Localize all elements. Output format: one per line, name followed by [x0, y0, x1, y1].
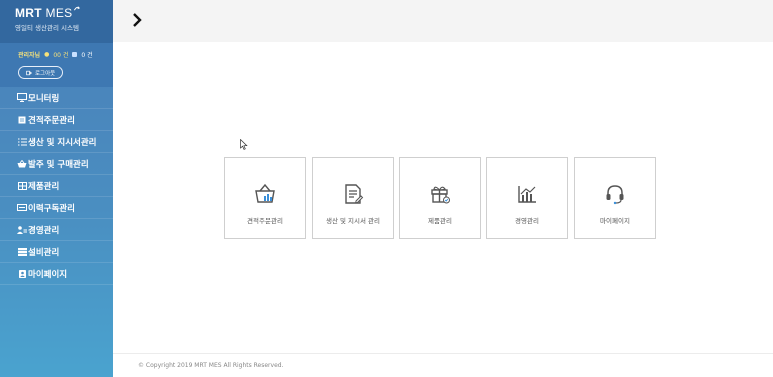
- sidebar-item-label: 견적주문관리: [28, 115, 75, 126]
- document-edit-icon: [345, 184, 364, 204]
- sidebar-item-label: 제품관리: [28, 181, 60, 192]
- sidebar-item-production[interactable]: 생산 및 지시서관리: [0, 131, 113, 153]
- sidebar-item-purchase[interactable]: 발주 및 구매관리: [0, 153, 113, 175]
- card-icon: [17, 204, 27, 211]
- sidebar-item-label: 설비관리: [28, 247, 60, 258]
- bar-chart-icon: [518, 186, 536, 203]
- person-card-icon: [17, 269, 27, 278]
- card-management[interactable]: 경영관리: [486, 157, 568, 239]
- user-box: 관리자님 ● 00 건 0 건 로그아웃: [0, 43, 113, 87]
- sidebar-item-equipment[interactable]: 설비관리: [0, 241, 113, 263]
- logout-icon: [26, 70, 32, 75]
- sidebar-menu: 모니터링 견적주문관리 생산 및 지시서관리 발주 및 구매관리 제품관리 이력…: [0, 87, 113, 285]
- sidebar-item-history[interactable]: 이력구독관리: [0, 197, 113, 219]
- user-name: 관리자님: [18, 52, 41, 59]
- headset-icon: [606, 185, 624, 205]
- basket-chart-icon: [255, 183, 275, 203]
- sidebar-item-quote-order[interactable]: 견적주문관리: [0, 109, 113, 131]
- logo-mark-icon: [74, 6, 81, 11]
- monitor-icon: [17, 93, 27, 102]
- sidebar-item-label: 경영관리: [28, 225, 60, 236]
- logout-button[interactable]: 로그아웃: [18, 66, 64, 79]
- list-icon: [17, 137, 27, 146]
- message-icon: [72, 52, 78, 57]
- user-line: 관리자님 ● 00 건 0 건: [18, 50, 113, 59]
- card-label: 경영관리: [515, 217, 539, 225]
- card-quote-order[interactable]: 견적주문관리: [224, 157, 306, 239]
- copyright-text: © Copyright 2019 MRT MES All Rights Rese…: [138, 362, 284, 369]
- top-bar: [113, 0, 773, 42]
- footer: © Copyright 2019 MRT MES All Rights Rese…: [113, 353, 773, 377]
- gift-icon: [431, 186, 450, 204]
- brand[interactable]: MRT MES 영일티 생산관리 시스템: [0, 0, 113, 43]
- brand-subtitle: 영일티 생산관리 시스템: [15, 24, 79, 32]
- mouse-cursor-icon: [240, 139, 248, 150]
- sidebar-item-management[interactable]: 경영관리: [0, 219, 113, 241]
- sidebar-item-label: 발주 및 구매관리: [28, 159, 89, 170]
- sidebar-item-label: 생산 및 지시서관리: [28, 137, 97, 148]
- card-label: 견적주문관리: [247, 217, 283, 225]
- card-product[interactable]: 제품관리: [399, 157, 481, 239]
- card-label: 마이페이지: [600, 217, 630, 225]
- card-label: 생산 및 지시서 관리: [325, 217, 381, 225]
- sidebar: MRT MES 영일티 생산관리 시스템 관리자님 ● 00 건 0 건 로그아…: [0, 0, 113, 377]
- document-icon: [17, 116, 27, 124]
- brand-title-light: MES: [45, 6, 73, 20]
- people-icon: [17, 225, 27, 234]
- basket-icon: [17, 159, 27, 168]
- card-mypage[interactable]: 마이페이지: [574, 157, 656, 239]
- sidebar-item-mypage[interactable]: 마이페이지: [0, 263, 113, 285]
- sidebar-item-label: 이력구독관리: [28, 203, 75, 214]
- card-production[interactable]: 생산 및 지시서 관리: [312, 157, 394, 239]
- logout-label: 로그아웃: [35, 70, 56, 77]
- alert-count[interactable]: 00 건: [53, 50, 68, 59]
- brand-title-bold: MRT: [15, 6, 42, 20]
- sidebar-item-product[interactable]: 제품관리: [0, 175, 113, 197]
- sidebar-item-monitoring[interactable]: 모니터링: [0, 87, 113, 109]
- server-icon: [17, 247, 27, 256]
- sidebar-item-label: 마이페이지: [28, 269, 68, 280]
- grid-icon: [17, 181, 27, 190]
- message-count[interactable]: 0 건: [81, 50, 92, 59]
- brand-title: MRT MES: [15, 6, 113, 20]
- sidebar-item-label: 모니터링: [28, 93, 60, 104]
- card-label: 제품관리: [428, 217, 452, 225]
- alert-dot-icon: ●: [44, 51, 50, 58]
- chevron-right-icon[interactable]: [131, 12, 143, 28]
